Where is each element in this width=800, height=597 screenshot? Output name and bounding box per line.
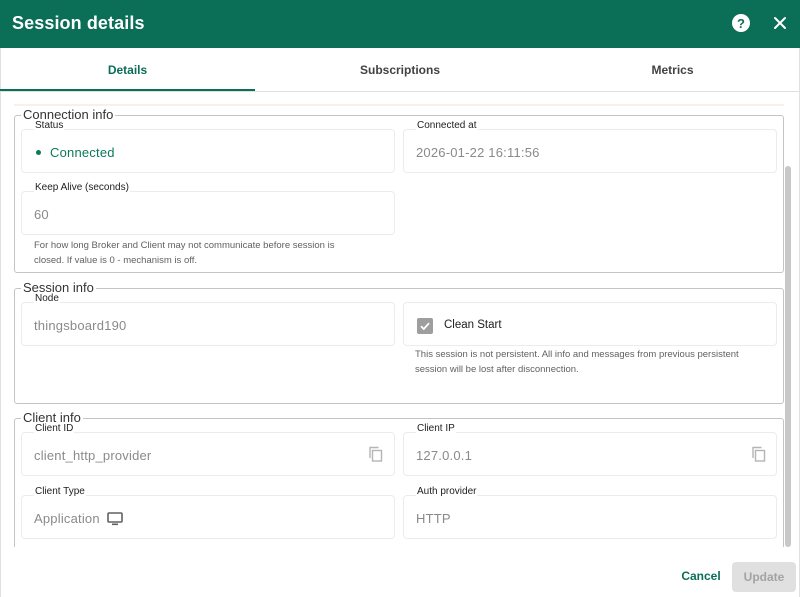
copy-client-ip-button[interactable] [750,445,768,463]
client-id-value: client_http_provider [34,448,152,463]
client-type-label: Client Type [34,486,86,497]
help-button[interactable]: ? [732,14,750,32]
close-icon [774,17,786,29]
dialog-footer: Cancel Update [0,547,800,597]
update-button[interactable]: Update [732,562,796,592]
tab-metrics-label: Metrics [651,63,694,77]
cancel-button[interactable]: Cancel [672,562,730,590]
client-id-label: Client ID [34,423,75,434]
clean-start-label: Clean Start [444,319,502,331]
dialog-title: Session details [12,13,145,33]
client-ip-field: Client IP 127.0.0.1 [403,423,777,476]
client-type-field: Client Type Application [21,486,395,539]
monitor-icon [107,511,123,525]
status-field: Status Connected [21,120,395,173]
checkmark-icon [420,322,430,331]
status-dot-icon [36,150,41,155]
status-value: Connected [34,145,115,160]
copy-icon [369,446,383,462]
node-field: Node thingsboard190 [21,293,395,346]
client-type-value: Application [34,511,123,526]
tab-subscriptions-label: Subscriptions [359,63,440,77]
copy-icon [752,446,766,462]
scrollbar-thumb[interactable] [785,166,791,547]
clean-start-checkbox[interactable] [417,318,433,334]
help-icon: ? [737,15,745,31]
auth-provider-field: Auth provider HTTP [403,486,777,539]
connected-at-value: 2026-01-22 16:11:56 [416,145,540,160]
tab-details-label: Details [107,63,148,77]
client-type-text: Application [34,511,100,526]
status-label: Status [34,120,65,131]
client-ip-label: Client IP [416,423,456,434]
dialog-header: Session details ? [0,0,800,48]
clean-start-hint-line: session will be lost after disconnection… [415,364,579,375]
keep-alive-hint: For how long Broker and Client may not c… [34,238,334,268]
tab-details[interactable]: Details [0,48,255,92]
status-text: Connected [50,145,115,160]
auth-provider-value: HTTP [416,511,451,526]
connected-at-label: Connected at [416,120,478,131]
keep-alive-hint-line: closed. If value is 0 - mechanism is off… [34,255,197,266]
keep-alive-field: Keep Alive (seconds) 60 [21,182,395,235]
node-value: thingsboard190 [34,318,127,333]
auth-provider-label: Auth provider [416,486,478,497]
client-id-field: Client ID client_http_provider [21,423,395,476]
keep-alive-label: Keep Alive (seconds) [34,182,130,193]
active-tab-indicator [0,89,255,91]
client-ip-value: 127.0.0.1 [416,448,473,463]
tab-bar: Details Subscriptions Metrics [0,48,800,92]
connected-at-field: Connected at 2026-01-22 16:11:56 [403,120,777,173]
keep-alive-value: 60 [34,207,49,222]
clean-start-hint-line: This session is not persistent. All info… [415,349,739,360]
top-divider [14,104,784,106]
tab-subscriptions[interactable]: Subscriptions [272,48,528,92]
node-label: Node [34,293,60,304]
details-content: Connection info Status Connected Connect… [0,92,800,547]
keep-alive-hint-line: For how long Broker and Client may not c… [34,240,335,251]
clean-start-hint: This session is not persistent. All info… [415,347,739,377]
close-button[interactable] [771,14,789,32]
tab-metrics[interactable]: Metrics [545,48,800,92]
copy-client-id-button[interactable] [367,445,385,463]
